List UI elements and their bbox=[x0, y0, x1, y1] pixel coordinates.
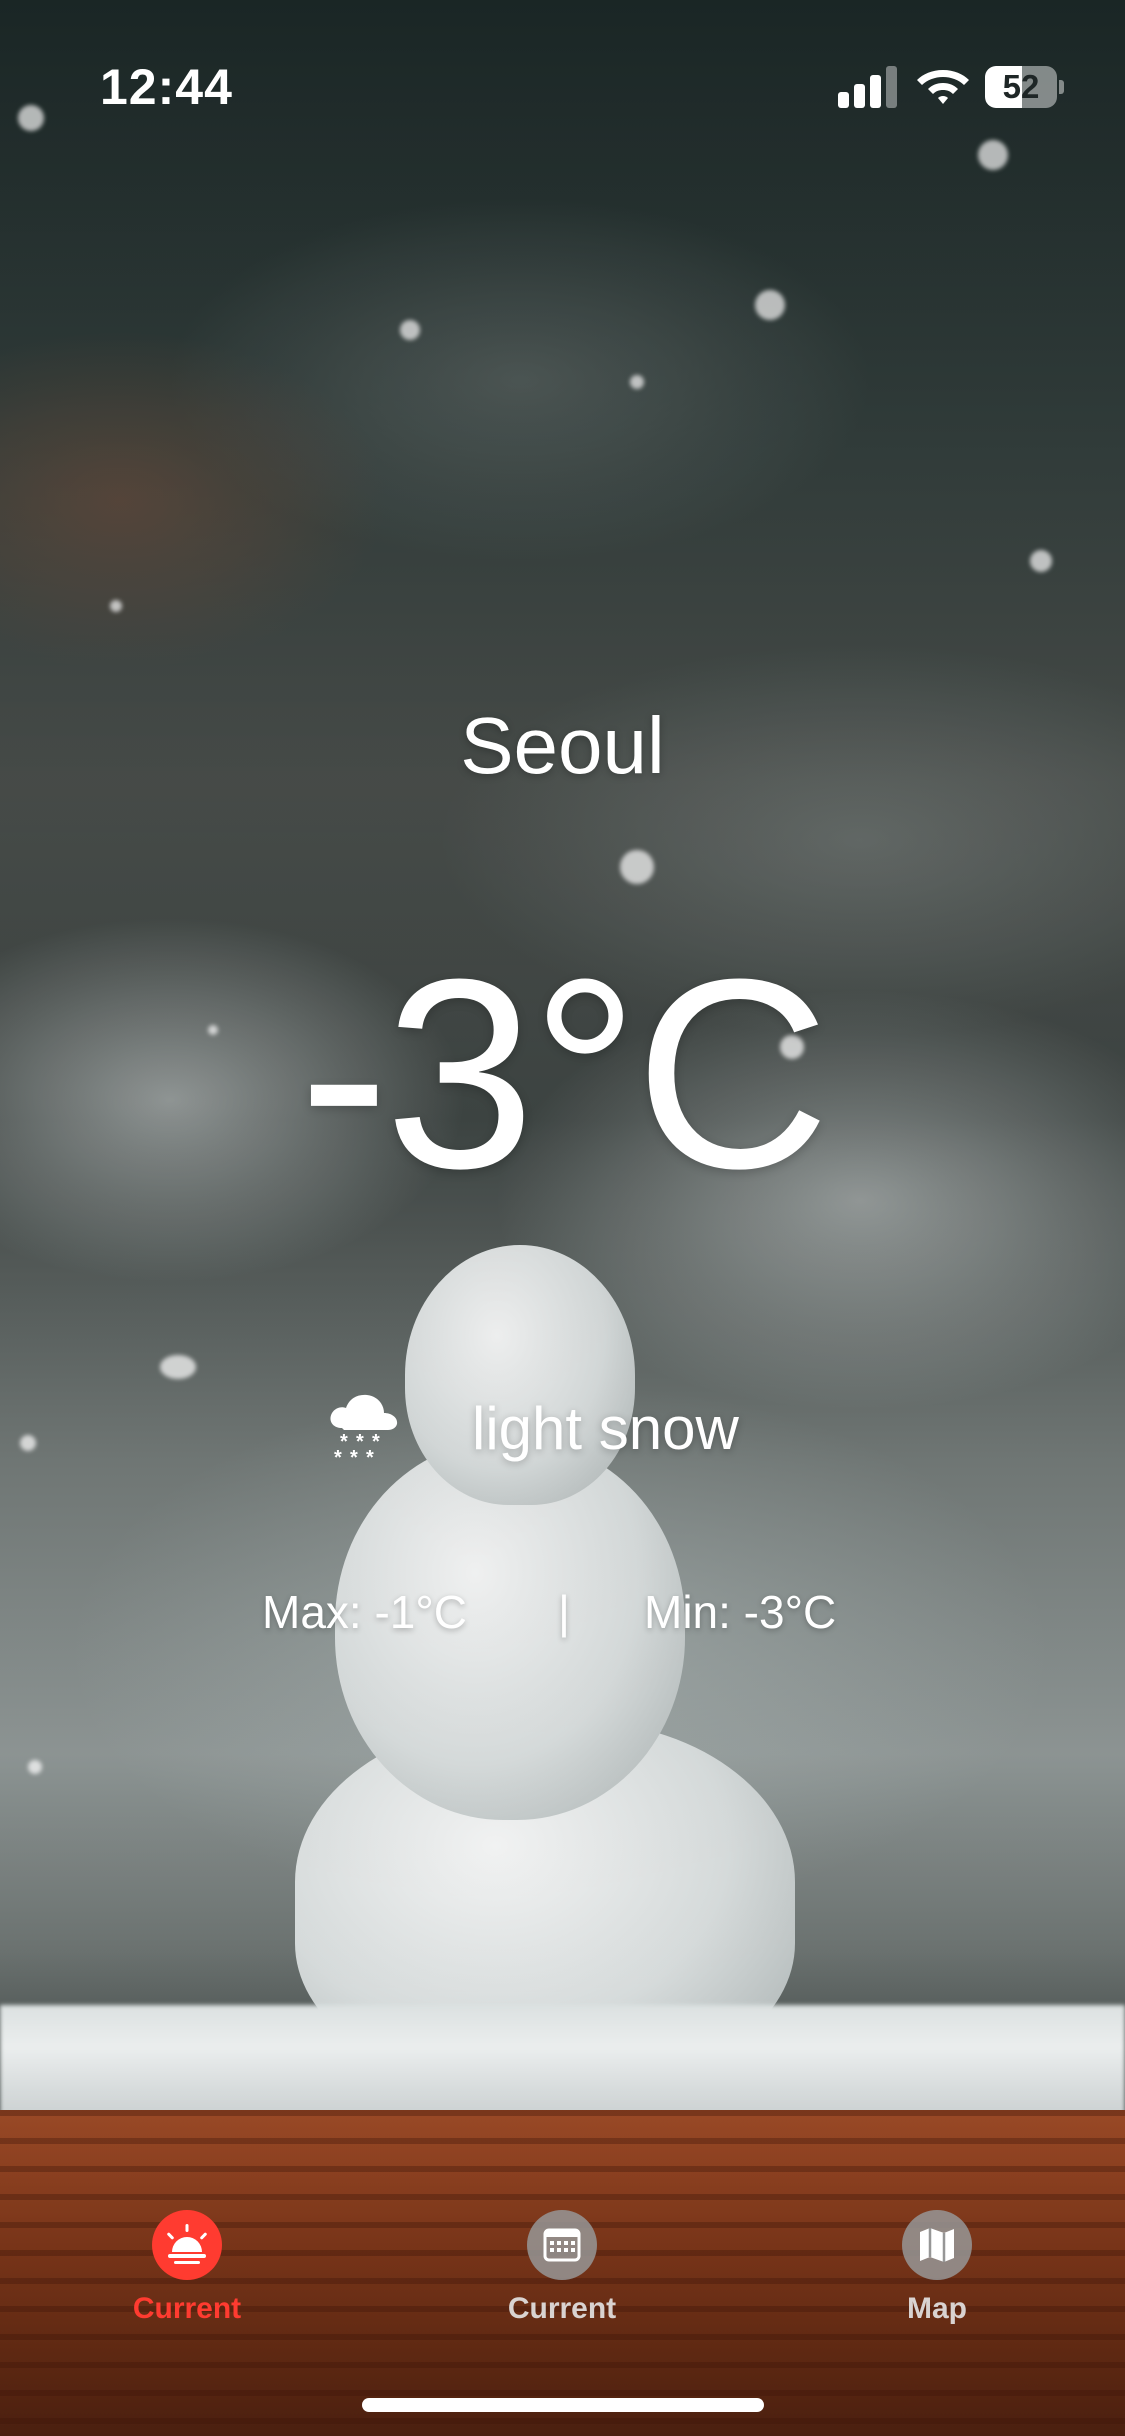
city-name: Seoul bbox=[460, 701, 665, 790]
tab-map[interactable]: Map bbox=[837, 2200, 1037, 2340]
min-temperature: Min: -3°C bbox=[644, 1586, 837, 1638]
svg-text:*: * bbox=[334, 1447, 342, 1468]
calendar-icon bbox=[527, 2210, 597, 2280]
battery-nub bbox=[1059, 80, 1064, 94]
light-snow-icon: * * * * * * bbox=[330, 1394, 398, 1468]
svg-text:*: * bbox=[366, 1447, 374, 1468]
tab-bar: Current Current Map bbox=[0, 2200, 1125, 2340]
status-bar: 12:44 52 bbox=[0, 0, 1125, 140]
min-max-divider: | bbox=[558, 1586, 570, 1638]
current-temperature: -3°C bbox=[298, 924, 830, 1225]
tab-current-calendar[interactable]: Current bbox=[462, 2200, 662, 2340]
tab-label: Map bbox=[907, 2292, 967, 2325]
map-icon bbox=[902, 2210, 972, 2280]
battery-level: 52 bbox=[1002, 68, 1040, 105]
status-time: 12:44 bbox=[100, 59, 233, 115]
svg-text:*: * bbox=[350, 1447, 358, 1468]
max-temperature: Max: -1°C bbox=[262, 1586, 467, 1638]
battery-body: 52 bbox=[985, 66, 1057, 108]
condition-text: light snow bbox=[472, 1395, 739, 1462]
sunrise-icon bbox=[152, 2210, 222, 2280]
tab-current[interactable]: Current bbox=[87, 2200, 287, 2340]
tab-label: Current bbox=[132, 2292, 242, 2325]
home-indicator[interactable] bbox=[362, 2398, 764, 2412]
battery-icon: 52 bbox=[985, 66, 1065, 108]
cellular-signal-icon bbox=[838, 66, 900, 108]
tab-label: Current bbox=[507, 2292, 617, 2325]
min-max-row: Max: -1°C | Min: -3°C bbox=[0, 1585, 1125, 1645]
wifi-icon bbox=[917, 70, 969, 104]
condition-row: * * * * * * light snow bbox=[310, 1380, 830, 1480]
